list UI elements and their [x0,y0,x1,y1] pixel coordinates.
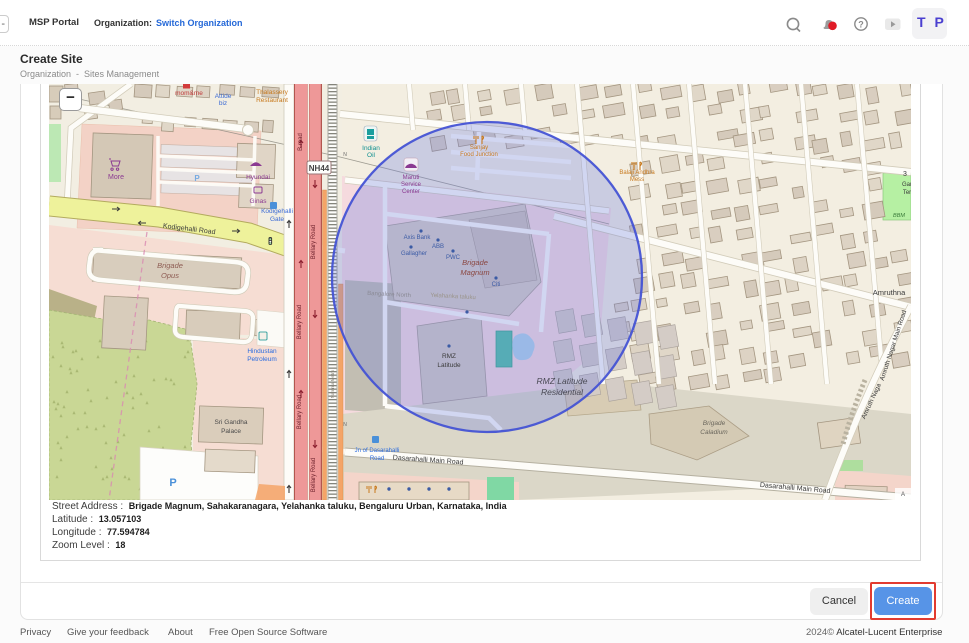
svg-text:Maruti: Maruti [403,175,420,181]
svg-text:Mess: Mess [630,177,644,183]
svg-text:Hyundai: Hyundai [246,174,270,181]
svg-text:Ginas: Ginas [250,198,268,205]
svg-text:Amruthna: Amruthna [873,288,906,297]
svg-text:Road: Road [370,456,384,462]
svg-text:Thalassery: Thalassery [256,89,289,96]
svg-text:Bellary Road: Bellary Road [297,395,303,429]
svg-text:Bellary Road: Bellary Road [311,458,317,492]
svg-text:ABB: ABB [432,244,444,250]
svg-text:Residential: Residential [541,387,584,397]
svg-text:Balaji Andhra: Balaji Andhra [619,170,655,176]
svg-text:Gallagher: Gallagher [401,251,427,257]
svg-text:Bellary Road: Bellary Road [311,225,317,259]
svg-text:Brigade: Brigade [462,258,488,267]
svg-text:RMZ: RMZ [442,353,456,360]
svg-text:Latitude: Latitude [437,362,461,369]
svg-text:PWC: PWC [446,255,461,261]
svg-text:Gate: Gate [270,216,284,223]
svg-text:?: ? [858,19,864,29]
svg-text:BBM: BBM [893,213,905,219]
svg-text:More: More [108,174,124,181]
svg-text:Center: Center [402,189,420,195]
svg-text:A: A [901,492,905,498]
svg-text:Magnum: Magnum [460,268,489,277]
svg-text:Brigade: Brigade [703,420,726,427]
svg-text:Citi: Citi [492,282,501,288]
svg-text:N: N [343,422,347,428]
svg-text:Brigade: Brigade [157,261,183,270]
svg-text:P: P [169,477,176,489]
svg-text:Jn of Dasarahalli: Jn of Dasarahalli [355,448,400,454]
svg-text:Indian: Indian [362,145,380,152]
svg-text:P: P [194,174,200,183]
svg-text:RMZ Latitude: RMZ Latitude [536,376,587,386]
svg-text:Bellary Road: Bellary Road [297,305,303,339]
svg-text:Caladium: Caladium [700,429,728,436]
svg-text:3: 3 [903,171,907,178]
svg-text:Ter: Ter [903,190,911,196]
svg-text:mom&me: mom&me [175,90,203,97]
svg-text:Restaurant: Restaurant [256,97,288,104]
svg-text:Attide: Attide [215,93,232,100]
svg-text:Kodigehalli: Kodigehalli [261,208,293,215]
svg-text:Hindustan: Hindustan [247,348,277,355]
svg-text:Sri Gandha: Sri Gandha [215,419,248,426]
svg-text:Namma Metro: Namma Metro [330,369,335,398]
svg-text:NH44: NH44 [309,164,330,173]
svg-text:Opus: Opus [161,271,179,280]
svg-text:Service: Service [401,182,422,188]
svg-text:Petroleum: Petroleum [247,356,277,363]
svg-text:biz: biz [219,100,227,107]
svg-text:Palace: Palace [221,428,241,435]
svg-text:Gar: Gar [902,182,911,188]
svg-text:Food Junction: Food Junction [460,152,498,158]
svg-text:Axis Bank: Axis Bank [404,235,432,241]
svg-text:Sanjay: Sanjay [470,145,488,151]
svg-text:Oil: Oil [367,152,376,159]
svg-text:N: N [343,152,347,158]
svg-text:B.road: B.road [298,133,304,151]
